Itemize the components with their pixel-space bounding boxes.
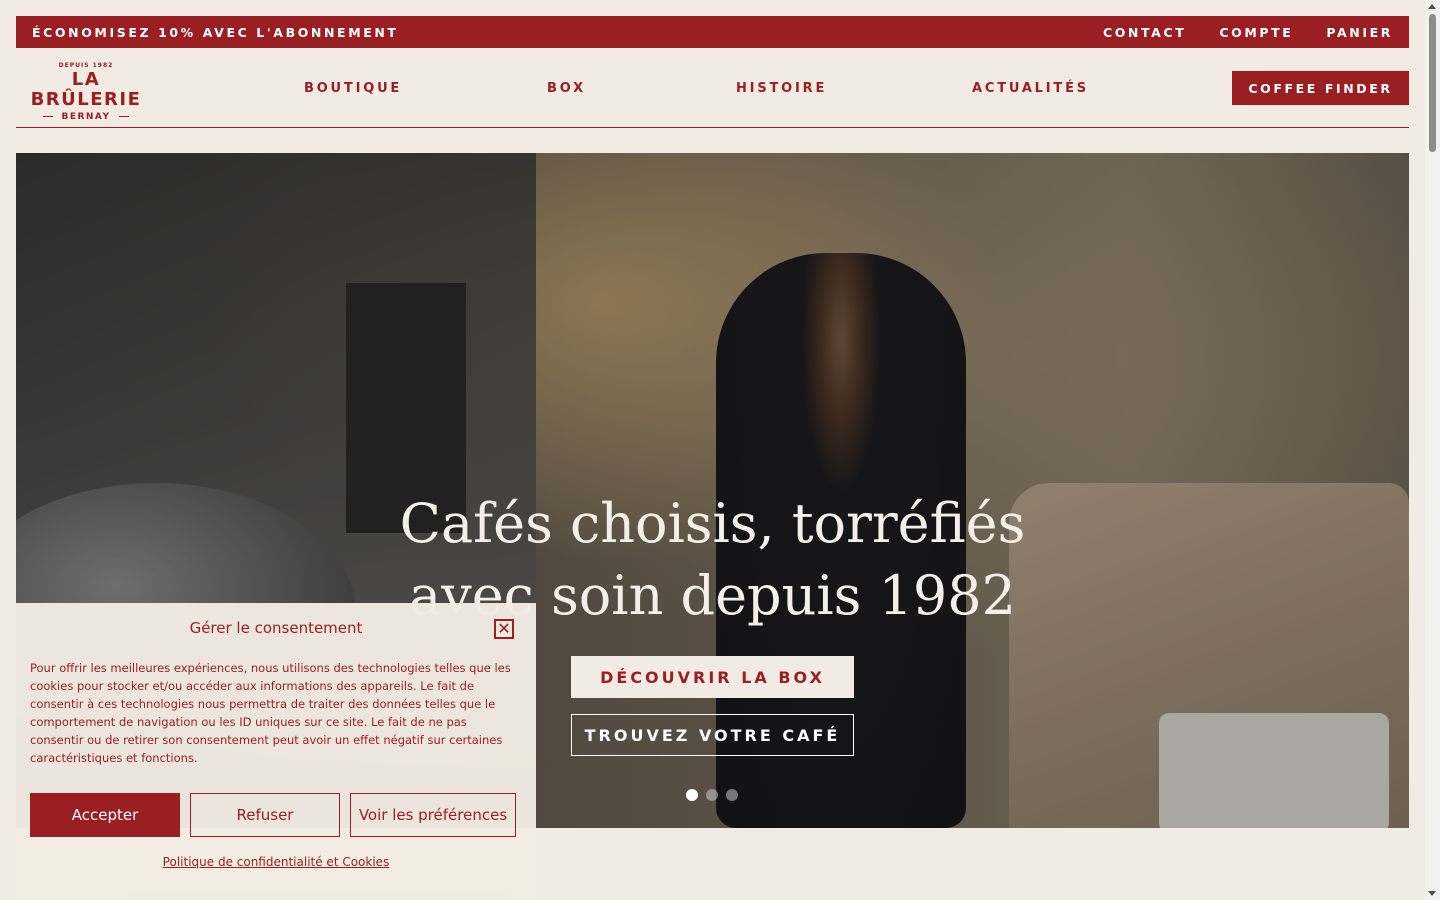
accept-button[interactable]: Accepter bbox=[30, 793, 180, 837]
logo-brand: LA BRÛLERIE bbox=[30, 69, 142, 110]
contact-link[interactable]: CONTACT bbox=[1103, 25, 1186, 40]
logo-city-row: BERNAY bbox=[16, 112, 156, 122]
logo-since: DEPUIS 1982 bbox=[58, 62, 114, 69]
logo-city: BERNAY bbox=[61, 112, 111, 122]
slider-dot-2[interactable] bbox=[706, 789, 718, 801]
slider-dot-3[interactable] bbox=[726, 789, 738, 801]
scroll-down-icon[interactable] bbox=[1428, 891, 1436, 896]
scroll-up-icon[interactable] bbox=[1428, 4, 1436, 9]
scrollbar-thumb[interactable] bbox=[1429, 14, 1436, 152]
cart-link[interactable]: PANIER bbox=[1326, 25, 1393, 40]
consent-title: Gérer le consentement bbox=[189, 619, 363, 637]
nav-item-boutique[interactable]: BOUTIQUE bbox=[304, 81, 402, 96]
site-header: DEPUIS 1982 LA BRÛLERIE BERNAY BOUTIQUE … bbox=[16, 48, 1409, 128]
promo-bar: ÉCONOMISEZ 10% AVEC L'ABONNEMENT CONTACT… bbox=[16, 16, 1409, 48]
refuse-button[interactable]: Refuser bbox=[190, 793, 340, 837]
logo[interactable]: DEPUIS 1982 LA BRÛLERIE BERNAY bbox=[16, 62, 156, 122]
scrollbar[interactable] bbox=[1425, 0, 1440, 900]
consent-dialog: Gérer le consentement ✕ Pour offrir les … bbox=[16, 603, 536, 900]
discover-box-button[interactable]: DÉCOUVRIR LA BOX bbox=[571, 656, 854, 698]
utility-links: CONTACT COMPTE PANIER bbox=[1070, 25, 1393, 40]
slider-dot-1[interactable] bbox=[686, 789, 698, 801]
slider-dots bbox=[686, 789, 738, 801]
close-icon[interactable]: ✕ bbox=[494, 619, 514, 639]
preferences-button[interactable]: Voir les préférences bbox=[350, 793, 516, 837]
consent-message: Pour offrir les meilleures expériences, … bbox=[30, 661, 511, 765]
nav-item-histoire[interactable]: HISTOIRE bbox=[736, 81, 827, 96]
nav-item-box[interactable]: BOX bbox=[547, 81, 586, 96]
find-coffee-button[interactable]: TROUVEZ VOTRE CAFÉ bbox=[571, 714, 854, 756]
account-link[interactable]: COMPTE bbox=[1219, 25, 1293, 40]
coffee-finder-button[interactable]: COFFEE FINDER bbox=[1232, 71, 1409, 105]
privacy-policy-link[interactable]: Politique de confidentialité et Cookies bbox=[16, 855, 536, 869]
nav-item-actualites[interactable]: ACTUALITÉS bbox=[972, 81, 1089, 96]
hero-title-line1: Cafés choisis, torréfiés bbox=[399, 492, 1026, 555]
promo-text[interactable]: ÉCONOMISEZ 10% AVEC L'ABONNEMENT bbox=[32, 25, 399, 40]
